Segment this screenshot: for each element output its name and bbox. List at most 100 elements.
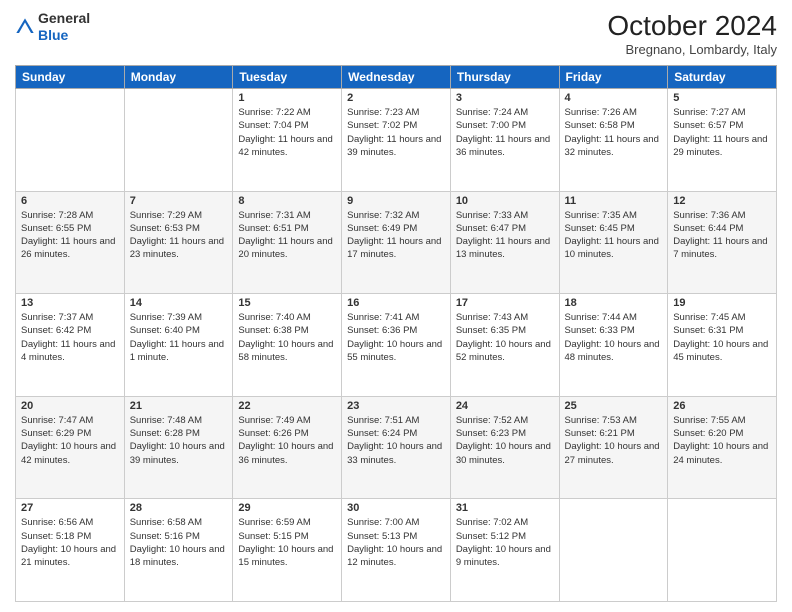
- calendar-cell: 29 Sunrise: 6:59 AM Sunset: 5:15 PM Dayli…: [233, 499, 342, 602]
- day-number: 10: [456, 195, 554, 207]
- calendar-cell: 1Sunrise: 7:22 AM Sunset: 7:04 PM Daylig…: [233, 89, 342, 192]
- calendar-body: 1Sunrise: 7:22 AM Sunset: 7:04 PM Daylig…: [16, 89, 777, 602]
- day-info: Sunrise: 7:41 AM Sunset: 6:36 PM Dayligh…: [347, 311, 445, 364]
- col-header-tuesday: Tuesday: [233, 66, 342, 89]
- day-info: Sunrise: 6:58 AM Sunset: 5:16 PM Dayligh…: [130, 516, 228, 569]
- day-info: Sunrise: 7:52 AM Sunset: 6:23 PM Dayligh…: [456, 414, 554, 467]
- calendar-cell: [668, 499, 777, 602]
- col-header-wednesday: Wednesday: [342, 66, 451, 89]
- day-info: Sunrise: 7:24 AM Sunset: 7:00 PM Dayligh…: [456, 106, 554, 159]
- day-info: Sunrise: 7:27 AM Sunset: 6:57 PM Dayligh…: [673, 106, 771, 159]
- calendar-cell: 12Sunrise: 7:36 AM Sunset: 6:44 PM Dayli…: [668, 191, 777, 294]
- day-number: 16: [347, 297, 445, 309]
- calendar-cell: 18 Sunrise: 7:44 AM Sunset: 6:33 PM Dayli…: [559, 294, 668, 397]
- day-number: 7: [130, 195, 228, 207]
- day-info: Sunrise: 7:31 AM Sunset: 6:51 PM Dayligh…: [238, 209, 336, 262]
- day-number: 12: [673, 195, 771, 207]
- day-number: 19: [673, 297, 771, 309]
- day-info: Sunrise: 7:02 AM Sunset: 5:12 PM Dayligh…: [456, 516, 554, 569]
- col-header-monday: Monday: [124, 66, 233, 89]
- day-number: 26: [673, 400, 771, 412]
- day-info: Sunrise: 7:40 AM Sunset: 6:38 PM Dayligh…: [238, 311, 336, 364]
- day-info: Sunrise: 7:32 AM Sunset: 6:49 PM Dayligh…: [347, 209, 445, 262]
- calendar-cell: 21 Sunrise: 7:48 AM Sunset: 6:28 PM Dayli…: [124, 396, 233, 499]
- calendar-cell: 5 Sunrise: 7:27 AM Sunset: 6:57 PM Daylig…: [668, 89, 777, 192]
- day-number: 20: [21, 400, 119, 412]
- day-number: 23: [347, 400, 445, 412]
- day-number: 1: [238, 92, 336, 104]
- day-number: 13: [21, 297, 119, 309]
- calendar-cell: [559, 499, 668, 602]
- calendar-cell: 30Sunrise: 7:00 AM Sunset: 5:13 PM Dayli…: [342, 499, 451, 602]
- logo: General Blue: [15, 10, 90, 44]
- day-info: Sunrise: 7:29 AM Sunset: 6:53 PM Dayligh…: [130, 209, 228, 262]
- day-number: 4: [565, 92, 663, 104]
- day-info: Sunrise: 7:33 AM Sunset: 6:47 PM Dayligh…: [456, 209, 554, 262]
- day-info: Sunrise: 7:55 AM Sunset: 6:20 PM Dayligh…: [673, 414, 771, 467]
- calendar-cell: 7 Sunrise: 7:29 AM Sunset: 6:53 PM Daylig…: [124, 191, 233, 294]
- week-row-1: 6 Sunrise: 7:28 AM Sunset: 6:55 PM Daylig…: [16, 191, 777, 294]
- calendar-cell: 15 Sunrise: 7:40 AM Sunset: 6:38 PM Dayli…: [233, 294, 342, 397]
- calendar-cell: 16 Sunrise: 7:41 AM Sunset: 6:36 PM Dayli…: [342, 294, 451, 397]
- col-header-sunday: Sunday: [16, 66, 125, 89]
- header: General Blue October 2024 Bregnano, Lomb…: [15, 10, 777, 57]
- calendar-cell: 17Sunrise: 7:43 AM Sunset: 6:35 PM Dayli…: [450, 294, 559, 397]
- day-info: Sunrise: 7:35 AM Sunset: 6:45 PM Dayligh…: [565, 209, 663, 262]
- day-number: 18: [565, 297, 663, 309]
- day-number: 27: [21, 502, 119, 514]
- calendar-cell: 13Sunrise: 7:37 AM Sunset: 6:42 PM Dayli…: [16, 294, 125, 397]
- day-number: 15: [238, 297, 336, 309]
- day-number: 2: [347, 92, 445, 104]
- calendar-cell: 24Sunrise: 7:52 AM Sunset: 6:23 PM Dayli…: [450, 396, 559, 499]
- logo-text: General Blue: [38, 10, 90, 44]
- logo-general-text: General: [38, 10, 90, 26]
- day-info: Sunrise: 7:51 AM Sunset: 6:24 PM Dayligh…: [347, 414, 445, 467]
- calendar-cell: [16, 89, 125, 192]
- calendar-cell: 28 Sunrise: 6:58 AM Sunset: 5:16 PM Dayli…: [124, 499, 233, 602]
- calendar-cell: 14Sunrise: 7:39 AM Sunset: 6:40 PM Dayli…: [124, 294, 233, 397]
- day-info: Sunrise: 7:47 AM Sunset: 6:29 PM Dayligh…: [21, 414, 119, 467]
- logo-icon: [15, 17, 35, 37]
- day-number: 31: [456, 502, 554, 514]
- day-number: 21: [130, 400, 228, 412]
- day-number: 17: [456, 297, 554, 309]
- day-number: 29: [238, 502, 336, 514]
- day-info: Sunrise: 7:48 AM Sunset: 6:28 PM Dayligh…: [130, 414, 228, 467]
- calendar-cell: 3 Sunrise: 7:24 AM Sunset: 7:00 PM Daylig…: [450, 89, 559, 192]
- day-number: 9: [347, 195, 445, 207]
- week-row-0: 1Sunrise: 7:22 AM Sunset: 7:04 PM Daylig…: [16, 89, 777, 192]
- logo-blue-text: Blue: [38, 27, 68, 43]
- calendar-cell: [124, 89, 233, 192]
- calendar-table: SundayMondayTuesdayWednesdayThursdayFrid…: [15, 65, 777, 602]
- day-number: 28: [130, 502, 228, 514]
- day-info: Sunrise: 7:28 AM Sunset: 6:55 PM Dayligh…: [21, 209, 119, 262]
- day-number: 6: [21, 195, 119, 207]
- col-header-saturday: Saturday: [668, 66, 777, 89]
- calendar-cell: 27Sunrise: 6:56 AM Sunset: 5:18 PM Dayli…: [16, 499, 125, 602]
- subtitle: Bregnano, Lombardy, Italy: [607, 42, 777, 57]
- calendar-cell: 19 Sunrise: 7:45 AM Sunset: 6:31 PM Dayli…: [668, 294, 777, 397]
- day-info: Sunrise: 7:26 AM Sunset: 6:58 PM Dayligh…: [565, 106, 663, 159]
- day-number: 11: [565, 195, 663, 207]
- calendar-cell: 31 Sunrise: 7:02 AM Sunset: 5:12 PM Dayli…: [450, 499, 559, 602]
- calendar-cell: 22Sunrise: 7:49 AM Sunset: 6:26 PM Dayli…: [233, 396, 342, 499]
- day-info: Sunrise: 7:45 AM Sunset: 6:31 PM Dayligh…: [673, 311, 771, 364]
- day-number: 30: [347, 502, 445, 514]
- title-block: October 2024 Bregnano, Lombardy, Italy: [607, 10, 777, 57]
- day-number: 3: [456, 92, 554, 104]
- calendar-header-row: SundayMondayTuesdayWednesdayThursdayFrid…: [16, 66, 777, 89]
- day-info: Sunrise: 7:44 AM Sunset: 6:33 PM Dayligh…: [565, 311, 663, 364]
- calendar-cell: 25Sunrise: 7:53 AM Sunset: 6:21 PM Dayli…: [559, 396, 668, 499]
- week-row-2: 13Sunrise: 7:37 AM Sunset: 6:42 PM Dayli…: [16, 294, 777, 397]
- day-info: Sunrise: 7:23 AM Sunset: 7:02 PM Dayligh…: [347, 106, 445, 159]
- col-header-thursday: Thursday: [450, 66, 559, 89]
- day-number: 22: [238, 400, 336, 412]
- col-header-friday: Friday: [559, 66, 668, 89]
- day-info: Sunrise: 7:39 AM Sunset: 6:40 PM Dayligh…: [130, 311, 228, 364]
- main-title: October 2024: [607, 10, 777, 42]
- calendar-cell: 10 Sunrise: 7:33 AM Sunset: 6:47 PM Dayli…: [450, 191, 559, 294]
- day-info: Sunrise: 6:59 AM Sunset: 5:15 PM Dayligh…: [238, 516, 336, 569]
- day-number: 8: [238, 195, 336, 207]
- day-number: 5: [673, 92, 771, 104]
- calendar-cell: 8 Sunrise: 7:31 AM Sunset: 6:51 PM Daylig…: [233, 191, 342, 294]
